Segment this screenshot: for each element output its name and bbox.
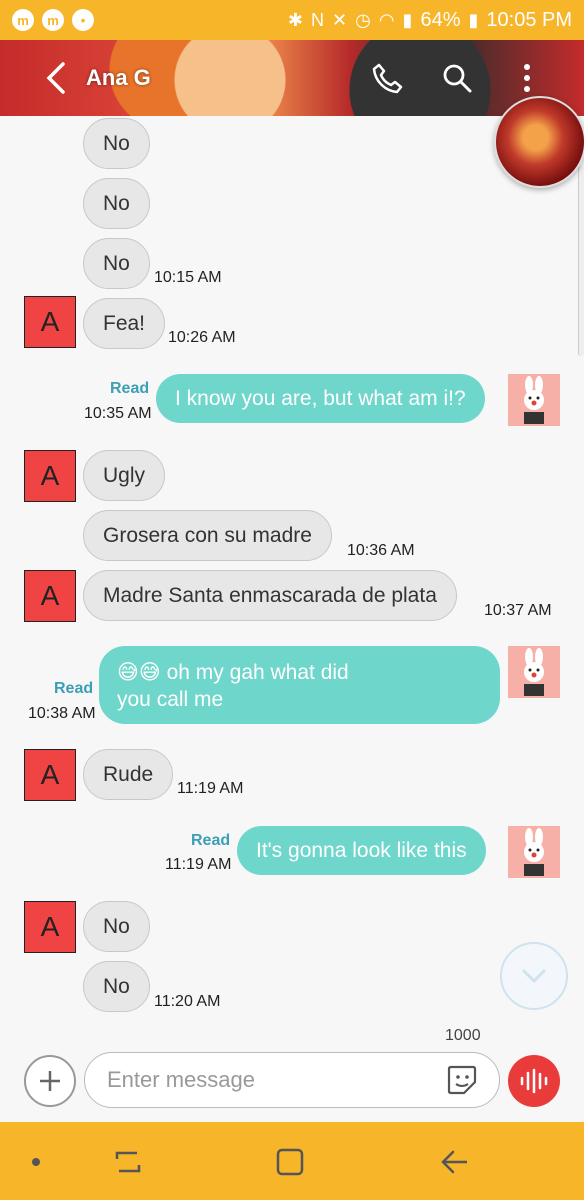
message-bubble[interactable]: Madre Santa enmascarada de plata — [83, 570, 457, 621]
message-bubble[interactable]: No — [83, 238, 150, 289]
bunny-icon — [524, 648, 544, 696]
header-actions — [370, 61, 544, 95]
message-bubble[interactable]: It's gonna look like this — [237, 826, 486, 875]
sticker-button[interactable] — [446, 1064, 480, 1096]
chevron-down-icon — [522, 969, 546, 984]
message-bubble[interactable]: Rude — [83, 749, 174, 800]
back-nav-icon — [441, 1150, 467, 1174]
voice-message-button[interactable] — [508, 1055, 560, 1107]
message-time: 10:15 AM — [154, 269, 222, 286]
my-avatar[interactable] — [508, 826, 560, 878]
read-receipt: Read — [54, 680, 94, 697]
messenger-icon: m — [42, 9, 64, 31]
message-time: 11:20 AM — [154, 993, 221, 1010]
status-system: ✱ N ✕ ◷ ◠ ▮ 64% ▮ 10:05 PM — [288, 9, 572, 32]
waveform-icon — [520, 1068, 548, 1094]
recent-apps-button[interactable] — [104, 1140, 152, 1184]
message-time: 10:26 AM — [168, 329, 236, 346]
plus-icon — [40, 1071, 60, 1091]
status-bar: m m • ✱ N ✕ ◷ ◠ ▮ 64% ▮ 10:05 PM — [0, 0, 584, 40]
message-time: 11:19 AM — [165, 856, 232, 873]
bluetooth-icon: ✱ — [287, 9, 304, 30]
message-bubble[interactable]: Fea! — [83, 298, 166, 349]
recent-apps-icon — [115, 1151, 141, 1173]
message-time: 10:37 AM — [484, 602, 552, 619]
mute-icon: ✕ — [332, 9, 348, 30]
message-bubble[interactable]: No — [83, 178, 150, 229]
message-time: 11:19 AM — [177, 780, 244, 797]
contact-avatar[interactable]: A — [24, 570, 76, 622]
back-button[interactable] — [34, 48, 78, 108]
dot-icon — [32, 1158, 40, 1166]
message-time: 10:36 AM — [347, 542, 415, 559]
more-options-button[interactable] — [510, 61, 544, 95]
contact-avatar[interactable]: A — [24, 749, 76, 801]
message-bubble[interactable]: No — [83, 961, 150, 1012]
battery-icon: ▮ — [468, 9, 479, 30]
message-input[interactable] — [84, 1052, 500, 1108]
sticker-icon — [447, 1065, 477, 1095]
more-vert-icon — [524, 64, 530, 92]
message-line: you call me — [117, 688, 224, 711]
contact-name[interactable]: Ana G — [86, 65, 151, 91]
nfc-icon: N — [311, 9, 325, 30]
search-icon — [443, 64, 472, 93]
character-limit: 1000 — [445, 1027, 481, 1044]
clock: 10:05 PM — [486, 8, 572, 31]
scroll-to-bottom-button[interactable] — [500, 942, 568, 1010]
battery-percent: 64% — [420, 8, 461, 31]
attach-button[interactable] — [24, 1055, 76, 1107]
message-time: 10:38 AM — [28, 705, 96, 722]
phone-icon — [372, 63, 403, 94]
message-bubble[interactable]: 😅😅 oh my gah what did you call me — [99, 646, 500, 724]
messenger-icon: m — [12, 9, 34, 31]
nav-dot-button[interactable] — [12, 1140, 60, 1184]
my-avatar[interactable] — [508, 374, 560, 426]
home-button[interactable] — [266, 1140, 314, 1184]
bunny-icon — [524, 828, 544, 876]
my-avatar[interactable] — [508, 646, 560, 698]
home-icon — [276, 1148, 304, 1176]
scrollbar[interactable] — [578, 166, 584, 356]
navigation-bar — [0, 1122, 584, 1200]
read-receipt: Read — [110, 380, 150, 397]
contact-avatar[interactable]: A — [24, 450, 76, 502]
bunny-icon — [524, 376, 544, 424]
wifi-icon: ◠ — [378, 9, 395, 30]
signal-icon: ▮ — [402, 9, 413, 30]
chat-header: Ana G — [0, 40, 584, 116]
status-notifications: m m • — [12, 9, 94, 31]
message-line: 😅😅 oh my gah what did — [117, 661, 349, 684]
message-bubble[interactable]: No — [83, 118, 150, 169]
notification-icon: • — [72, 9, 94, 31]
message-bubble[interactable]: No — [83, 901, 150, 952]
floating-chat-head[interactable] — [494, 96, 584, 188]
message-bubble[interactable]: Grosera con su madre — [83, 510, 332, 561]
contact-avatar[interactable]: A — [24, 901, 76, 953]
message-time: 10:35 AM — [84, 405, 152, 422]
back-arrow-icon — [46, 62, 65, 94]
message-bubble[interactable]: Ugly — [83, 450, 166, 501]
search-button[interactable] — [440, 61, 474, 95]
back-nav-button[interactable] — [430, 1140, 478, 1184]
message-bubble[interactable]: I know you are, but what am i!? — [156, 374, 485, 423]
contact-avatar[interactable]: A — [24, 296, 76, 348]
alarm-icon: ◷ — [355, 9, 371, 30]
read-receipt: Read — [191, 832, 231, 849]
call-button[interactable] — [370, 61, 404, 95]
